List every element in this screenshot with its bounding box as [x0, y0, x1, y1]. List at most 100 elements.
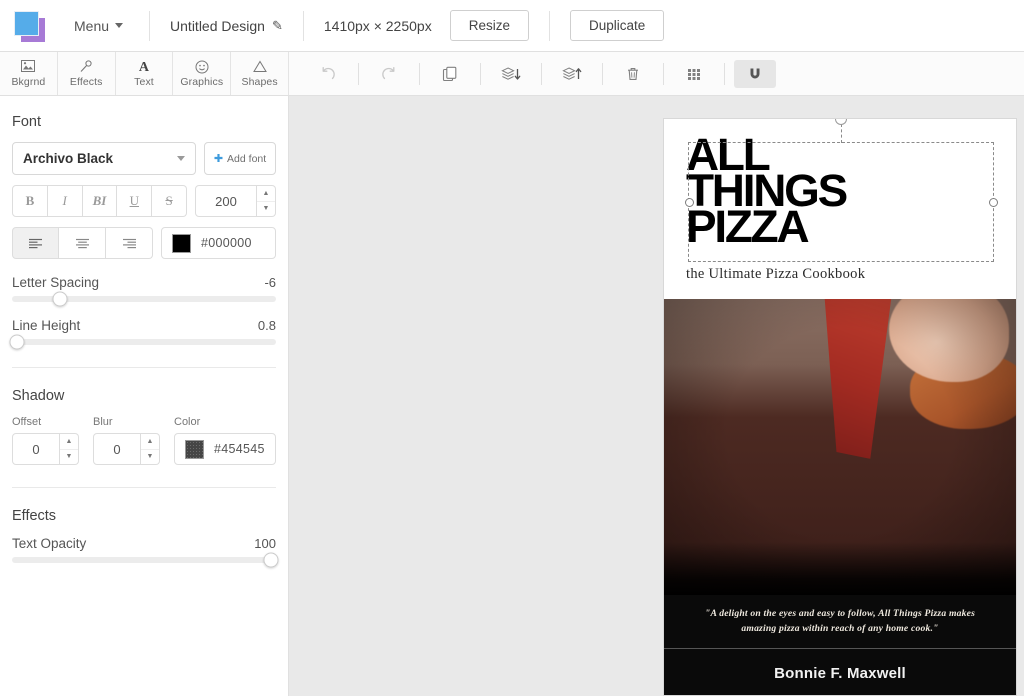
tab-graphics-label: Graphics — [180, 76, 223, 88]
shadow-blur-input[interactable]: 0 — [93, 433, 141, 465]
bring-forward-button[interactable] — [551, 60, 593, 88]
letter-spacing-thumb[interactable] — [52, 292, 67, 307]
triangle-icon — [253, 60, 267, 75]
strikethrough-button[interactable]: S — [152, 185, 187, 217]
cover-quote-band[interactable]: "A delight on the eyes and easy to follo… — [664, 595, 1016, 649]
tab-bkgrnd[interactable]: Bkgrnd — [0, 52, 58, 95]
photo-bottom-shadow — [664, 542, 1016, 595]
shadow-offset-field: Offset 0 ▲ ▼ — [12, 416, 79, 465]
document-title[interactable]: Untitled Design ✎ — [170, 18, 283, 34]
redo-button[interactable] — [368, 60, 410, 88]
tab-bkgrnd-label: Bkgrnd — [11, 76, 45, 88]
book-cover-canvas[interactable]: ALL THINGS PIZZA the Ultimate Pizza Cook… — [663, 118, 1017, 696]
duplicate-layer-button[interactable] — [429, 60, 471, 88]
bold-button[interactable]: B — [12, 185, 48, 217]
shadow-blur-increment[interactable]: ▲ — [141, 434, 159, 450]
cover-photo[interactable] — [664, 299, 1016, 595]
grid-toggle-button[interactable] — [673, 60, 715, 88]
text-opacity-thumb[interactable] — [263, 553, 278, 568]
font-size-input[interactable]: 200 — [195, 185, 257, 217]
tab-shapes[interactable]: Shapes — [231, 52, 289, 95]
tab-text-label: Text — [134, 76, 154, 88]
underline-button[interactable]: U — [117, 185, 152, 217]
text-properties-panel: Font Archivo Black ✚ Add font B I BI U S — [0, 96, 289, 696]
shadow-color-label: Color — [174, 416, 276, 428]
rotate-handle-icon[interactable] — [835, 118, 847, 125]
line-height-slider[interactable] — [12, 339, 276, 345]
shadow-color-picker[interactable]: #454545 — [174, 433, 276, 465]
shadow-blur-stepper[interactable]: 0 ▲ ▼ — [93, 433, 160, 465]
app-root: Menu Untitled Design ✎ 1410px × 2250px R… — [0, 0, 1024, 696]
shadow-blur-spin-buttons[interactable]: ▲ ▼ — [141, 433, 160, 465]
tab-effects[interactable]: Effects — [58, 52, 116, 95]
text-opacity-label: Text Opacity — [12, 536, 86, 551]
resize-button[interactable]: Resize — [450, 10, 529, 41]
align-left-button[interactable] — [12, 227, 59, 259]
tab-text[interactable]: A Text — [116, 52, 174, 95]
send-backward-button[interactable] — [490, 60, 532, 88]
font-style-group: B I BI U S — [12, 185, 187, 217]
bold-italic-button[interactable]: BI — [83, 185, 118, 217]
line-height-thumb[interactable] — [10, 335, 25, 350]
letter-spacing-slider[interactable] — [12, 296, 276, 302]
shadow-offset-input[interactable]: 0 — [12, 433, 60, 465]
shadow-offset-label: Offset — [12, 416, 79, 428]
effects-section-title: Effects — [12, 508, 276, 524]
divider — [303, 11, 304, 41]
tab-graphics[interactable]: Graphics — [173, 52, 231, 95]
duplicate-button[interactable]: Duplicate — [570, 10, 664, 41]
text-color-swatch — [172, 234, 191, 253]
text-opacity-slider[interactable] — [12, 557, 276, 563]
letter-spacing-label: Letter Spacing — [12, 275, 99, 290]
shadow-fields: Offset 0 ▲ ▼ Blur 0 ▲ — [12, 416, 276, 465]
shadow-section-title: Shadow — [12, 388, 276, 404]
cover-author-band[interactable]: Bonnie F. Maxwell — [664, 649, 1016, 696]
font-size-increment[interactable]: ▲ — [257, 186, 275, 202]
font-section-title: Font — [12, 114, 276, 130]
smiley-icon — [195, 60, 209, 75]
delete-button[interactable] — [612, 60, 654, 88]
shadow-offset-decrement[interactable]: ▼ — [60, 450, 78, 465]
undo-button[interactable] — [307, 60, 349, 88]
divider — [419, 63, 420, 85]
canvas-dimensions-label: 1410px × 2250px — [324, 18, 432, 34]
font-size-stepper[interactable]: 200 ▲ ▼ — [195, 185, 276, 217]
text-color-picker[interactable]: #000000 — [161, 227, 276, 259]
divider — [149, 11, 150, 41]
letter-spacing-row: Letter Spacing -6 — [12, 275, 276, 290]
shadow-offset-increment[interactable]: ▲ — [60, 434, 78, 450]
shadow-color-field: Color #454545 — [174, 416, 276, 465]
text-align-group — [12, 227, 153, 259]
menu-label: Menu — [74, 18, 109, 34]
tab-effects-label: Effects — [70, 76, 103, 88]
shadow-offset-stepper[interactable]: 0 ▲ ▼ — [12, 433, 79, 465]
text-icon: A — [139, 60, 149, 75]
letter-spacing-value: -6 — [264, 275, 276, 290]
canvas-stage[interactable]: ALL THINGS PIZZA the Ultimate Pizza Cook… — [289, 96, 1024, 696]
font-family-select[interactable]: Archivo Black — [12, 142, 196, 175]
font-size-spin-buttons[interactable]: ▲ ▼ — [257, 185, 276, 217]
document-title-label: Untitled Design — [170, 18, 265, 34]
shadow-offset-spin-buttons[interactable]: ▲ ▼ — [60, 433, 79, 465]
italic-button[interactable]: I — [48, 185, 83, 217]
snap-magnet-button[interactable] — [734, 60, 776, 88]
divider — [541, 63, 542, 85]
menu-button[interactable]: Menu — [68, 14, 129, 38]
divider — [724, 63, 725, 85]
app-logo-squares-icon[interactable] — [12, 9, 50, 43]
cover-subtitle-text[interactable]: the Ultimate Pizza Cookbook — [686, 266, 865, 283]
image-icon — [21, 60, 35, 75]
shadow-blur-label: Blur — [93, 416, 160, 428]
logo-square-blue — [14, 11, 39, 36]
cover-title-text[interactable]: ALL THINGS PIZZA — [686, 137, 1002, 245]
align-right-button[interactable] — [106, 227, 153, 259]
cover-title-area: ALL THINGS PIZZA the Ultimate Pizza Cook… — [664, 119, 1016, 299]
font-size-decrement[interactable]: ▼ — [257, 202, 275, 217]
shadow-blur-decrement[interactable]: ▼ — [141, 450, 159, 465]
divider — [12, 487, 276, 488]
pencil-icon[interactable]: ✎ — [272, 18, 283, 34]
add-font-button[interactable]: ✚ Add font — [204, 142, 276, 175]
align-center-button[interactable] — [59, 227, 106, 259]
divider — [663, 63, 664, 85]
style-row: B I BI U S 200 ▲ ▼ — [12, 185, 276, 217]
